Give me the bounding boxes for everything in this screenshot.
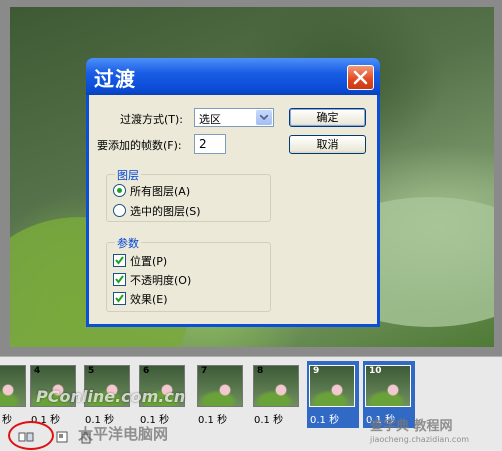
checkmark-icon — [115, 294, 124, 303]
checkmark-icon — [115, 256, 124, 265]
frames-to-add-input[interactable]: 2 — [194, 134, 226, 154]
close-button[interactable] — [347, 65, 374, 90]
animation-frame[interactable]: 8 0.1 秒 — [251, 361, 303, 428]
parameters-group: 参数 位置(P) 不透明度(O) 效果(E) — [106, 235, 271, 312]
parameters-group-title: 参数 — [115, 235, 141, 251]
frames-to-add-label: 要添加的帧数(F): — [97, 139, 182, 152]
chevron-down-icon — [260, 115, 268, 120]
dropdown-button[interactable] — [256, 110, 272, 125]
frame-number: 4 — [34, 366, 41, 376]
frame-delay[interactable]: 0.1 秒 — [310, 411, 339, 426]
opacity-label: 不透明度(O) — [130, 274, 192, 287]
frame-number: 8 — [257, 366, 264, 376]
tween-method-value: 选区 — [199, 113, 221, 126]
checkbox-checked-icon[interactable] — [113, 273, 126, 286]
frame-number: 9 — [313, 366, 320, 376]
checkbox-checked-icon[interactable] — [113, 292, 126, 305]
checkmark-icon — [115, 275, 124, 284]
effects-label: 效果(E) — [130, 293, 168, 306]
animation-filmstrip: 秒 4 0.1 秒 5 0.1 秒 6 0.1 秒 7 0.1 秒 8 0.1 … — [0, 356, 502, 451]
duplicate-frame-button[interactable] — [54, 429, 70, 445]
close-icon — [353, 70, 368, 85]
highlight-circle — [8, 421, 54, 450]
tween-dialog: 过渡 过渡方式(T): 选区 要添加的帧数(F): 2 确定 取消 图层 所有图… — [86, 58, 380, 327]
layers-group: 图层 所有图层(A) 选中的图层(S) — [106, 167, 271, 222]
selected-layers-label: 选中的图层(S) — [130, 205, 201, 218]
animation-frame[interactable]: 7 0.1 秒 — [195, 361, 247, 428]
frame-delay[interactable]: 秒 — [2, 411, 12, 426]
dialog-body: 过渡方式(T): 选区 要添加的帧数(F): 2 确定 取消 图层 所有图层(A… — [89, 95, 377, 324]
watermark-text: 查字典 教程网 — [370, 419, 453, 434]
checkbox-checked-icon[interactable] — [113, 254, 126, 267]
frame-number: 7 — [201, 366, 208, 376]
tween-method-label: 过渡方式(T): — [120, 113, 184, 126]
watermark-text: PConline.com.cn — [36, 387, 186, 406]
frame-number: 5 — [88, 366, 95, 376]
frame-thumbnail — [0, 365, 26, 407]
cancel-button[interactable]: 取消 — [289, 135, 366, 154]
ok-button[interactable]: 确定 — [289, 108, 366, 127]
all-layers-label: 所有图层(A) — [130, 185, 191, 198]
tween-method-select[interactable]: 选区 — [194, 108, 274, 127]
animation-frame-selected[interactable]: 9 0.1 秒 — [307, 361, 359, 428]
layers-group-title: 图层 — [115, 167, 141, 183]
radio-selected-icon[interactable] — [113, 184, 126, 197]
frame-delay[interactable]: 0.1 秒 — [198, 411, 227, 426]
frame-delay[interactable]: 0.1 秒 — [254, 411, 283, 426]
dialog-title: 过渡 — [94, 67, 136, 91]
watermark-text: jiaocheng.chazidian.com — [370, 435, 470, 444]
watermark-text: 太平洋电脑网 — [78, 425, 169, 443]
new-frame-icon — [56, 431, 68, 443]
position-label: 位置(P) — [130, 255, 168, 268]
animation-frame[interactable]: 秒 — [0, 361, 30, 428]
dialog-title-bar[interactable]: 过渡 — [86, 58, 380, 95]
frame-number: 10 — [369, 366, 382, 376]
radio-unselected-icon[interactable] — [113, 204, 126, 217]
frame-number: 6 — [143, 366, 150, 376]
